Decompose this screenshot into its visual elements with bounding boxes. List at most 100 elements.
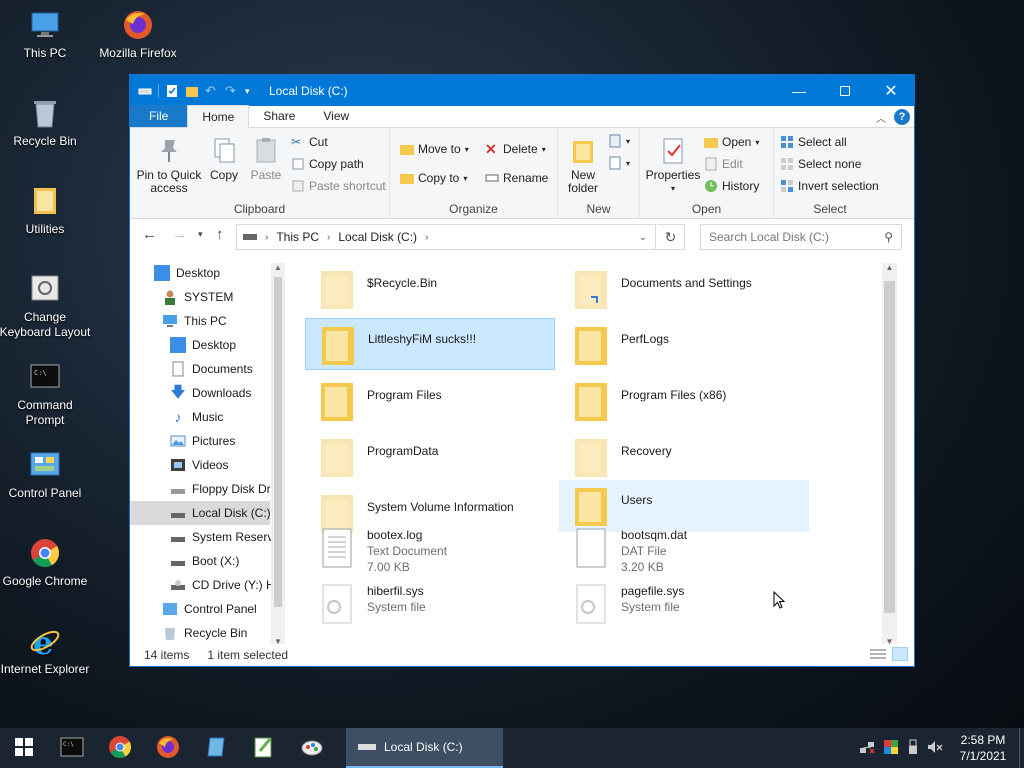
easy-access-button[interactable]: ▾ [608, 156, 630, 170]
breadcrumb-this-pc[interactable]: This PC [276, 230, 319, 244]
nav-item-desktop-2[interactable]: Desktop [130, 333, 270, 357]
paste-button[interactable]: Paste [246, 136, 286, 182]
taskbar-app-editor[interactable] [240, 728, 288, 768]
desktop-icon-this-pc[interactable]: This PC [0, 8, 92, 61]
recent-locations-chevron-icon[interactable]: ▾ [198, 229, 203, 240]
new-folder-qa-icon[interactable] [185, 84, 199, 98]
nav-item-music[interactable]: ♪ Music [130, 405, 270, 429]
delete-button[interactable]: ✕ Delete ▾ [485, 142, 546, 156]
address-bar[interactable]: › This PC › Local Disk (C:) › ⌄ [236, 224, 656, 250]
nav-item-recycle-bin[interactable]: Recycle Bin [130, 621, 270, 645]
file-item-folder[interactable]: $Recycle.Bin [305, 263, 555, 315]
file-item-document[interactable]: bootsqm.dat DAT File 3.20 KB [559, 523, 809, 579]
desktop-icon-utilities[interactable]: Utilities [0, 184, 92, 237]
nav-item-local-disk-c[interactable]: Local Disk (C:) [130, 501, 271, 525]
nav-item-system-reserved[interactable]: System Reserve [130, 525, 280, 549]
taskbar-firefox[interactable] [144, 728, 192, 768]
cut-button[interactable]: ✂ Cut [291, 135, 328, 149]
help-icon[interactable]: ? [894, 109, 910, 125]
new-folder-button[interactable]: New folder [562, 136, 604, 195]
nav-item-system[interactable]: SYSTEM [130, 285, 270, 309]
copy-path-button[interactable]: Copy path [291, 157, 364, 171]
tab-home[interactable]: Home [187, 105, 250, 128]
taskbar-app-paint[interactable] [288, 728, 336, 768]
content-scrollbar[interactable]: ▲ ▼ [882, 263, 897, 646]
maximize-button[interactable] [822, 75, 868, 106]
address-dropdown-icon[interactable]: ⌄ [639, 232, 647, 243]
clock[interactable]: 2:58 PM 7/1/2021 [953, 732, 1013, 764]
minimize-button[interactable]: — [776, 75, 822, 106]
file-item-folder[interactable]: ProgramData [305, 431, 555, 483]
nav-item-desktop[interactable]: Desktop [130, 263, 270, 285]
desktop-icon-recycle-bin[interactable]: Recycle Bin [0, 96, 92, 149]
paste-shortcut-button[interactable]: Paste shortcut [291, 179, 386, 193]
tab-share[interactable]: Share [249, 105, 309, 127]
nav-scroll-thumb[interactable] [274, 277, 282, 607]
network-icon[interactable] [859, 739, 875, 758]
nav-item-floppy-disk[interactable]: Floppy Disk Dri [130, 477, 273, 501]
pin-to-quick-access-button[interactable]: Pin to Quick access [136, 136, 202, 195]
tab-file[interactable]: File [130, 105, 188, 127]
details-view-icon[interactable] [870, 648, 886, 663]
title-bar[interactable]: ↶ ↷ ▾ Local Disk (C:) — ✕ [130, 75, 914, 106]
undo-icon[interactable]: ↶ [205, 83, 219, 98]
nav-item-documents[interactable]: Documents [130, 357, 270, 381]
new-item-button[interactable]: ▾ [608, 134, 630, 148]
nav-item-videos[interactable]: Videos [130, 453, 270, 477]
taskbar-chrome[interactable] [96, 728, 144, 768]
taskbar-command-prompt[interactable]: C:\ [48, 728, 96, 768]
content-scroll-thumb[interactable] [884, 281, 895, 613]
invert-selection-button[interactable]: Invert selection [780, 179, 879, 193]
nav-item-downloads[interactable]: 🡇 Downloads [130, 381, 270, 405]
move-to-button[interactable]: Move to ▾ [400, 142, 469, 156]
taskbar-app-blue[interactable] [192, 728, 240, 768]
refresh-button[interactable]: ↻ [657, 224, 685, 250]
customize-qa-chevron-icon[interactable]: ▾ [245, 84, 259, 98]
desktop-icon-firefox[interactable]: Mozilla Firefox [91, 8, 185, 61]
copy-button[interactable]: Copy [206, 136, 242, 182]
file-item-folder[interactable]: Program Files (x86) [559, 375, 809, 427]
file-item-folder[interactable]: LittleshyFiM sucks!!! [305, 318, 555, 370]
desktop-icon-keyboard-layout[interactable]: Change Keyboard Layout [0, 272, 92, 340]
show-desktop-button[interactable] [1019, 728, 1024, 768]
nav-item-boot-x[interactable]: Boot (X:) [130, 549, 270, 573]
nav-item-control-panel[interactable]: Control Panel [130, 597, 270, 621]
desktop-icon-chrome[interactable]: Google Chrome [0, 536, 92, 589]
search-input[interactable]: Search Local Disk (C:) ⚲ [700, 224, 902, 250]
history-button[interactable]: History [704, 179, 759, 193]
display-color-icon[interactable] [883, 739, 899, 758]
file-item-folder[interactable]: Program Files [305, 375, 555, 427]
desktop-icon-control-panel[interactable]: Control Panel [0, 448, 92, 501]
file-item-folder[interactable]: Documents and Settings [559, 263, 809, 315]
up-arrow-icon[interactable]: ↑ [216, 226, 224, 243]
large-icons-view-icon[interactable] [892, 647, 908, 661]
file-item-document[interactable]: bootex.log Text Document 7.00 KB [305, 523, 555, 579]
ribbon-collapse-chevron-icon[interactable]: ︿ [876, 110, 886, 125]
back-arrow-icon[interactable]: ← [142, 226, 157, 243]
scroll-up-icon[interactable]: ▲ [271, 263, 285, 277]
properties-qa-icon[interactable] [165, 84, 179, 98]
taskbar-explorer-window[interactable]: Local Disk (C:) [346, 728, 503, 768]
tab-view[interactable]: View [309, 105, 363, 127]
close-button[interactable]: ✕ [868, 75, 914, 106]
breadcrumb-local-disk[interactable]: Local Disk (C:) [338, 230, 417, 244]
usb-icon[interactable] [907, 739, 919, 758]
volume-muted-icon[interactable] [927, 739, 943, 758]
forward-arrow-icon[interactable]: → [172, 226, 187, 243]
file-item-system[interactable]: hiberfil.sys System file [305, 579, 555, 635]
redo-icon[interactable]: ↷ [225, 83, 239, 98]
open-button[interactable]: Open ▾ [704, 135, 759, 149]
edit-button[interactable]: Edit [704, 157, 743, 171]
select-all-button[interactable]: Select all [780, 135, 847, 149]
select-none-button[interactable]: Select none [780, 157, 861, 171]
nav-item-this-pc[interactable]: This PC [130, 309, 270, 333]
start-button[interactable] [0, 728, 48, 768]
nav-item-pictures[interactable]: Pictures [130, 429, 270, 453]
file-item-system[interactable]: pagefile.sys System file [559, 579, 809, 635]
scroll-up-icon[interactable]: ▲ [882, 263, 897, 277]
copy-to-button[interactable]: Copy to ▾ [400, 171, 467, 185]
desktop-icon-command-prompt[interactable]: C:\ Command Prompt [0, 360, 92, 428]
file-item-folder[interactable]: PerfLogs [559, 319, 809, 371]
nav-scrollbar[interactable]: ▲ ▼ [271, 263, 285, 646]
properties-button[interactable]: Properties ▾ [644, 136, 702, 195]
